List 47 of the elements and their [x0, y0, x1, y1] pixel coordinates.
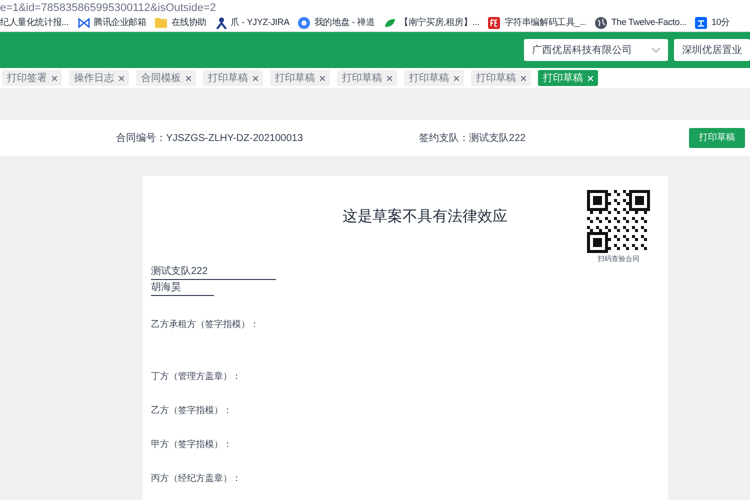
qr-code-icon — [587, 190, 650, 253]
contract-number: 合同编号：YJSZGS-ZLHY-DZ-202100013 — [116, 132, 303, 146]
signature-label: 丁方（管理方盖章）： — [151, 370, 242, 382]
page-tab[interactable]: 操作日志 — [69, 70, 129, 86]
bowtie-icon — [78, 18, 90, 28]
close-icon[interactable] — [253, 76, 258, 80]
bookmark-link[interactable]: 爪 - YJYZ-JIRA — [216, 16, 290, 30]
close-icon[interactable] — [387, 76, 392, 80]
close-icon[interactable] — [186, 76, 191, 80]
signature-label: 乙方承租方（签字指模）： — [151, 318, 260, 330]
bookmark-link[interactable]: 【南宁买房,租房】... — [384, 16, 480, 30]
name-fill-line: 胡海昊 — [151, 280, 214, 296]
folder-icon — [155, 17, 168, 28]
document-title: 这是草案不具有法律效应 — [342, 207, 508, 227]
company-select[interactable]: 深圳优居置业 — [674, 39, 750, 61]
bookmark-link[interactable]: 腾讯企业邮箱 — [78, 16, 146, 30]
circle-logo-icon — [298, 16, 310, 28]
person-icon — [216, 16, 227, 28]
close-icon[interactable] — [454, 76, 459, 80]
bookmark-link[interactable]: 10分 — [695, 16, 730, 30]
tool-logo-icon — [488, 16, 500, 28]
bookmark-link[interactable]: 字符串编解码工具_... — [488, 16, 586, 30]
bookmark-link[interactable]: The Twelve-Facto... — [595, 16, 686, 30]
page-tab[interactable]: 打印草稿 — [404, 70, 464, 86]
page-tab[interactable]: 打印草稿 — [337, 70, 397, 86]
bookmark-link[interactable]: 纪人量化统计报... — [0, 16, 69, 30]
company-select[interactable]: 广西优居科技有限公司 — [524, 39, 668, 61]
bookmark-link[interactable]: 我的地盘 - 禅道 — [298, 16, 375, 30]
signing-team: 签约支队：测试支队222 — [418, 132, 526, 146]
leaf-icon — [384, 18, 396, 28]
page-tab[interactable]: 打印草稿 — [270, 70, 330, 86]
signature-label: 甲方（签字指模）： — [151, 438, 233, 450]
globe-icon — [595, 16, 608, 28]
signature-label: 丙方（经纪方盖章）： — [151, 472, 242, 484]
close-icon[interactable] — [320, 76, 325, 80]
page-tab[interactable]: 合同模板 — [136, 70, 196, 86]
bookmark-link[interactable]: 在线协助 — [155, 16, 207, 30]
page-tab[interactable]: 打印签署 — [2, 70, 62, 86]
name-fill-line: 测试支队222 — [151, 264, 276, 280]
close-icon[interactable] — [119, 76, 124, 80]
zhihu-logo-icon — [695, 16, 708, 28]
close-icon[interactable] — [521, 76, 526, 80]
page-tab[interactable]: 打印草稿 — [203, 70, 263, 86]
chevron-down-icon — [652, 48, 660, 52]
close-icon[interactable] — [52, 76, 57, 80]
signature-label: 乙方（签字指模）： — [151, 404, 233, 416]
page-tab[interactable]: 打印草稿 — [471, 70, 531, 86]
